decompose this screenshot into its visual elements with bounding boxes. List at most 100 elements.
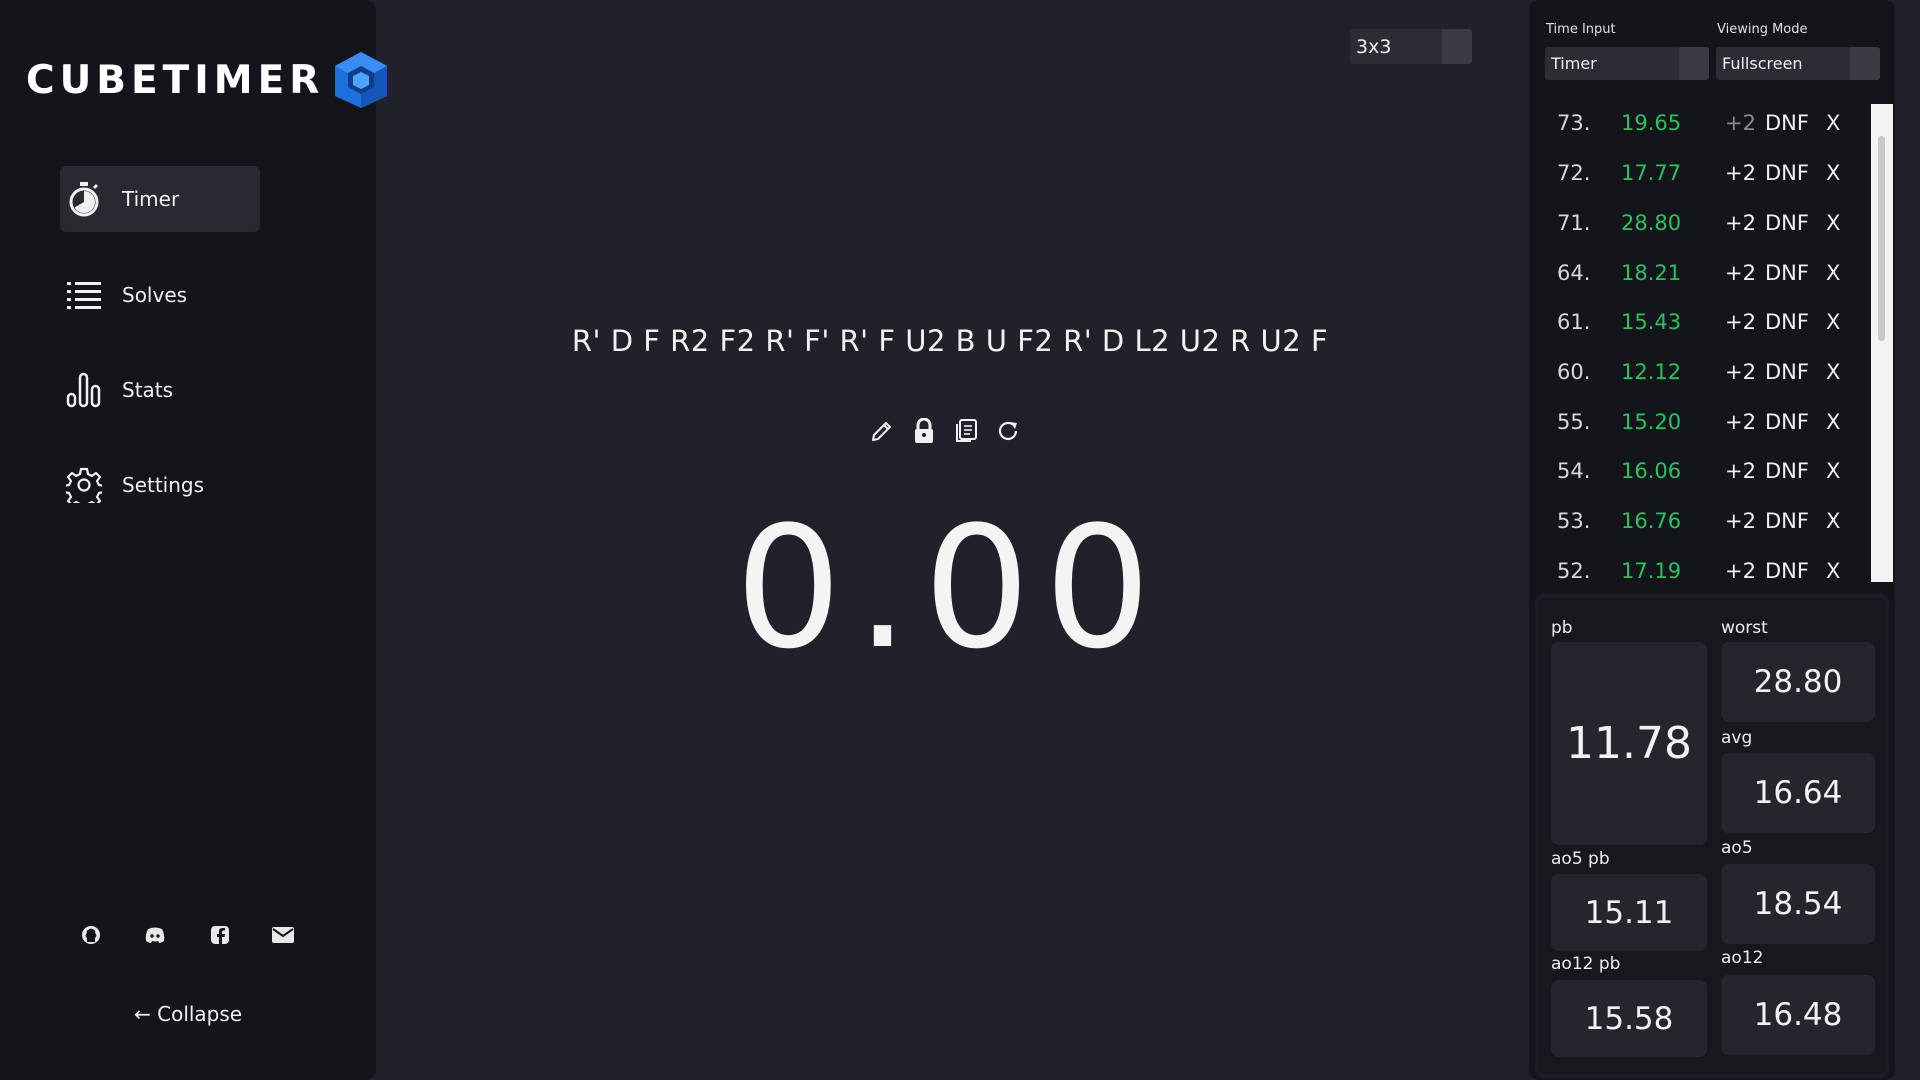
- dnf-button[interactable]: DNF: [1765, 161, 1809, 185]
- stat-label-avg: avg: [1721, 728, 1753, 748]
- dnf-button[interactable]: DNF: [1765, 111, 1809, 135]
- sidebar-item-stats[interactable]: Stats: [60, 357, 260, 423]
- delete-button[interactable]: X: [1826, 261, 1840, 285]
- solve-number: 53.: [1557, 509, 1591, 533]
- solve-number: 64.: [1557, 261, 1591, 285]
- dnf-button[interactable]: DNF: [1765, 310, 1809, 334]
- dropdown-arrow-icon: [1679, 47, 1709, 80]
- stat-label-pb: pb: [1551, 618, 1573, 638]
- plus2-button[interactable]: +2: [1725, 111, 1756, 135]
- plus2-button[interactable]: +2: [1725, 310, 1756, 334]
- stat-label-ao5-pb: ao5 pb: [1551, 849, 1610, 869]
- delete-button[interactable]: X: [1826, 310, 1840, 334]
- discord-icon[interactable]: [142, 922, 168, 948]
- gear-icon: [66, 467, 102, 503]
- collapse-button[interactable]: ← Collapse: [134, 1002, 242, 1026]
- plus2-button[interactable]: +2: [1725, 161, 1756, 185]
- dropdown-arrow-icon: [1850, 47, 1880, 80]
- puzzle-select-value: 3x3: [1356, 35, 1392, 58]
- delete-button[interactable]: X: [1826, 459, 1840, 483]
- stopwatch-icon: [66, 181, 102, 217]
- solve-row: 54. 16.06 +2 DNF X: [1529, 459, 1849, 499]
- solve-time[interactable]: 17.19: [1621, 559, 1681, 583]
- stat-card-worst: 28.80: [1721, 642, 1875, 722]
- viewing-mode-select[interactable]: Fullscreen: [1716, 47, 1880, 80]
- stat-card-ao5-pb: 15.11: [1551, 874, 1707, 951]
- edit-icon[interactable]: [868, 414, 896, 448]
- solve-time[interactable]: 17.77: [1621, 161, 1681, 185]
- timer-display[interactable]: 0.00: [700, 490, 1200, 686]
- plus2-button[interactable]: +2: [1725, 559, 1756, 583]
- solve-time[interactable]: 15.43: [1621, 310, 1681, 334]
- brand[interactable]: CUBETIMER: [26, 50, 390, 110]
- stat-label-ao12: ao12: [1721, 948, 1764, 968]
- plus2-button[interactable]: +2: [1725, 211, 1756, 235]
- sidebar-item-label: Solves: [122, 283, 188, 307]
- scramble-text: R' D F R2 F2 R' F' R' F U2 B U F2 R' D L…: [571, 324, 1329, 358]
- solve-row: 72. 17.77 +2 DNF X: [1529, 161, 1849, 201]
- facebook-icon[interactable]: [207, 922, 233, 948]
- time-input-select[interactable]: Timer: [1545, 47, 1709, 80]
- plus2-button[interactable]: +2: [1725, 261, 1756, 285]
- dnf-button[interactable]: DNF: [1765, 410, 1809, 434]
- delete-button[interactable]: X: [1826, 111, 1840, 135]
- sidebar-item-settings[interactable]: Settings: [60, 452, 260, 518]
- solve-row: 52. 17.19 +2 DNF X: [1529, 559, 1849, 584]
- dnf-button[interactable]: DNF: [1765, 360, 1809, 384]
- solve-row: 73. 19.65 +2 DNF X: [1529, 111, 1849, 151]
- email-icon[interactable]: [270, 922, 296, 948]
- solve-number: 72.: [1557, 161, 1591, 185]
- plus2-button[interactable]: +2: [1725, 459, 1756, 483]
- solve-number: 71.: [1557, 211, 1591, 235]
- solve-time[interactable]: 16.76: [1621, 509, 1681, 533]
- solve-number: 73.: [1557, 111, 1591, 135]
- dnf-button[interactable]: DNF: [1765, 459, 1809, 483]
- dnf-button[interactable]: DNF: [1765, 559, 1809, 583]
- github-icon[interactable]: [78, 922, 104, 948]
- solve-number: 55.: [1557, 410, 1591, 434]
- lock-icon[interactable]: [910, 414, 938, 448]
- copy-icon[interactable]: [952, 414, 980, 448]
- stat-card-avg: 16.64: [1721, 753, 1875, 833]
- brand-name: CUBETIMER: [26, 57, 325, 103]
- plus2-button[interactable]: +2: [1725, 509, 1756, 533]
- sidebar-item-solves[interactable]: Solves: [60, 262, 260, 328]
- solve-time[interactable]: 18.21: [1621, 261, 1681, 285]
- delete-button[interactable]: X: [1826, 161, 1840, 185]
- solve-number: 52.: [1557, 559, 1591, 583]
- solve-number: 61.: [1557, 310, 1591, 334]
- delete-button[interactable]: X: [1826, 360, 1840, 384]
- delete-button[interactable]: X: [1826, 211, 1840, 235]
- solve-row: 71. 28.80 +2 DNF X: [1529, 211, 1849, 251]
- delete-button[interactable]: X: [1826, 509, 1840, 533]
- delete-button[interactable]: X: [1826, 410, 1840, 434]
- solve-time[interactable]: 16.06: [1621, 459, 1681, 483]
- stat-card-ao12: 16.48: [1721, 975, 1875, 1055]
- stat-card-ao12-pb: 15.58: [1551, 980, 1707, 1057]
- solve-time[interactable]: 19.65: [1621, 111, 1681, 135]
- solve-time[interactable]: 15.20: [1621, 410, 1681, 434]
- puzzle-select[interactable]: 3x3: [1350, 29, 1472, 64]
- refresh-icon[interactable]: [994, 414, 1022, 448]
- cube-logo-icon: [335, 52, 388, 108]
- solve-number: 54.: [1557, 459, 1591, 483]
- scrollbar-thumb[interactable]: [1878, 136, 1885, 341]
- solve-time[interactable]: 28.80: [1621, 211, 1681, 235]
- scramble-tools: [868, 414, 1022, 448]
- stat-label-ao5: ao5: [1721, 838, 1753, 858]
- delete-button[interactable]: X: [1826, 559, 1840, 583]
- plus2-button[interactable]: +2: [1725, 360, 1756, 384]
- dnf-button[interactable]: DNF: [1765, 211, 1809, 235]
- dnf-button[interactable]: DNF: [1765, 261, 1809, 285]
- solve-row: 64. 18.21 +2 DNF X: [1529, 261, 1849, 301]
- dropdown-arrow-icon: [1442, 29, 1472, 64]
- solve-time[interactable]: 12.12: [1621, 360, 1681, 384]
- solve-number: 60.: [1557, 360, 1591, 384]
- sidebar-item-timer[interactable]: Timer: [60, 166, 260, 232]
- sidebar-item-label: Settings: [122, 473, 205, 497]
- solve-row: 60. 12.12 +2 DNF X: [1529, 360, 1849, 400]
- plus2-button[interactable]: +2: [1725, 410, 1756, 434]
- solve-list: 73. 19.65 +2 DNF X 72. 17.77 +2 DNF X 71…: [1529, 104, 1849, 584]
- dnf-button[interactable]: DNF: [1765, 509, 1809, 533]
- stat-card-ao5: 18.54: [1721, 864, 1875, 944]
